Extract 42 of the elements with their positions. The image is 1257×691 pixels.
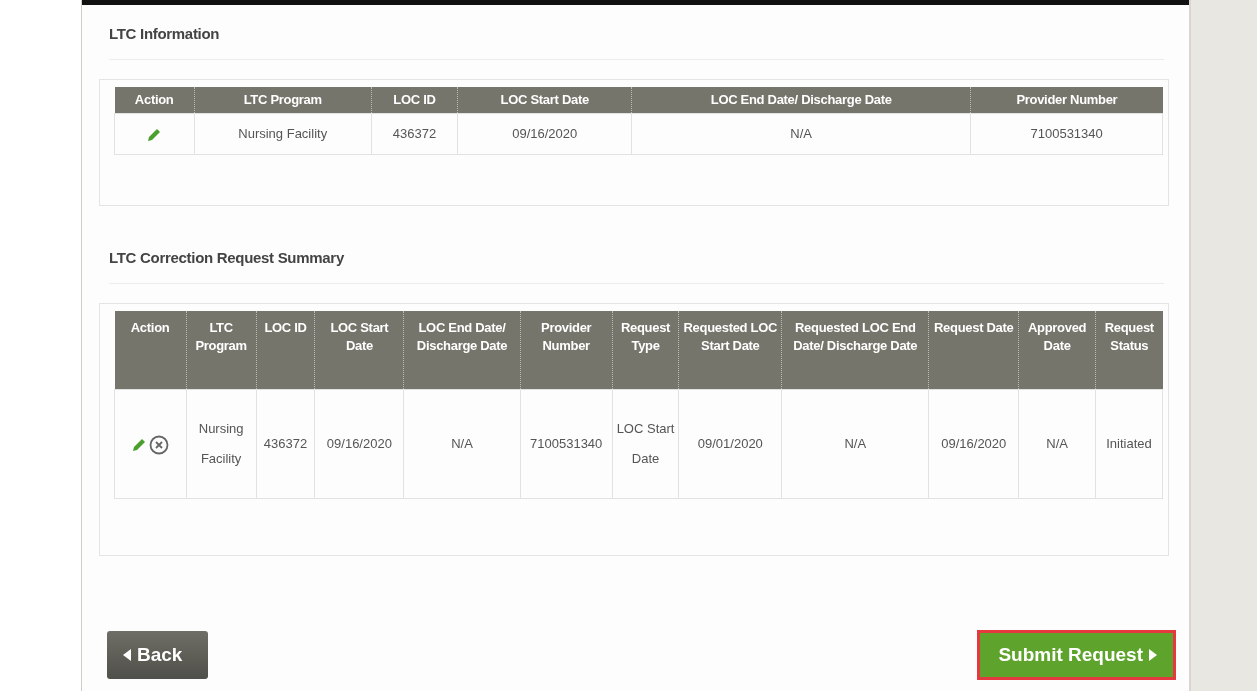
triangle-left-icon [123,649,131,661]
column-header: Approved Date [1018,311,1096,390]
table-cell: N/A [631,113,971,155]
table-cell: 09/01/2020 [679,389,782,499]
table-cell: N/A [1018,389,1096,499]
column-header: Provider Number [970,87,1163,114]
table-cell: Nursing Facility [194,113,372,155]
table-cell: Initiated [1095,389,1163,499]
table-cell: N/A [403,389,521,499]
column-header: LOC End Date/ Discharge Date [403,311,521,390]
table-cell: 7100531340 [970,113,1163,155]
column-header: Requested LOC Start Date [679,311,782,390]
table-cell: 09/16/2020 [928,389,1019,499]
table-cell: N/A [781,389,929,499]
column-header: Action [114,311,187,390]
column-header: LTC Program [194,87,372,114]
column-header: Request Date [928,311,1019,390]
column-header: Provider Number [520,311,613,390]
back-button[interactable]: Back [107,631,209,679]
pencil-icon[interactable] [131,437,146,452]
column-header: LOC Start Date [314,311,404,390]
table-cell: Nursing Facility [186,389,257,499]
close-icon[interactable] [148,434,169,455]
column-header: LOC End Date/ Discharge Date [631,87,971,114]
section-title: LTC Correction Request Summary [109,249,345,266]
table-cell: 09/16/2020 [457,113,632,155]
column-header: LOC ID [371,87,458,114]
column-header: Requested LOC End Date/ Discharge Date [781,311,929,390]
column-header: LTC Program [186,311,257,390]
section-title: LTC Information [109,25,221,42]
pencil-icon[interactable] [147,127,162,142]
column-header: Request Type [612,311,679,390]
table-cell: 436372 [371,113,458,155]
triangle-right-icon [1149,649,1157,661]
table-cell: 436372 [256,389,315,499]
column-header: LOC Start Date [457,87,632,114]
column-header: LOC ID [256,311,315,390]
table-cell: LOC Start Date [612,389,679,499]
table-cell: 09/16/2020 [314,389,404,499]
column-header: Request Status [1095,311,1163,390]
table-cell: 7100531340 [520,389,613,499]
column-header: Action [114,87,195,114]
